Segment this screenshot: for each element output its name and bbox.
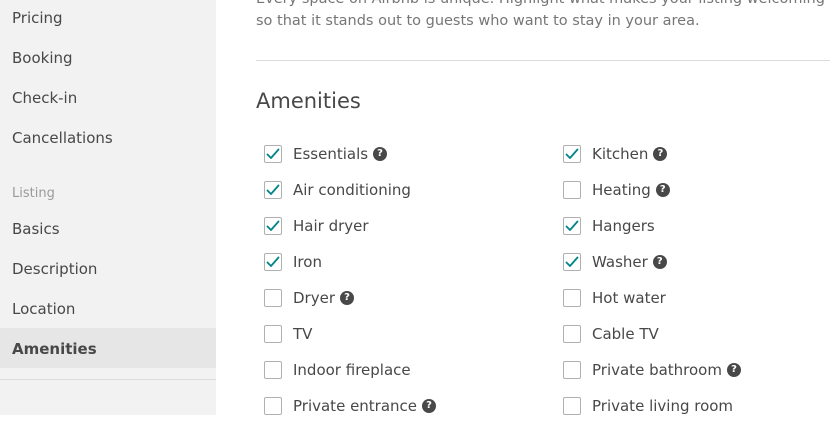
amenity-row-hangers[interactable]: Hangers?: [563, 208, 741, 244]
amenity-row-hot-water[interactable]: Hot water?: [563, 280, 741, 316]
amenity-row-kitchen[interactable]: Kitchen?: [563, 136, 741, 172]
amenity-checkbox-hangers[interactable]: [563, 217, 581, 235]
checkmark-icon: [565, 256, 579, 267]
help-icon[interactable]: ?: [726, 363, 741, 377]
amenity-row-air-conditioning[interactable]: Air conditioning?: [264, 172, 436, 208]
amenity-label: Private entrance: [293, 397, 418, 415]
checkmark-icon: [565, 220, 579, 231]
checkmark-icon: [266, 184, 280, 195]
sidebar: Pricing Booking Check-in Cancellations L…: [0, 0, 216, 415]
amenity-label: Hair dryer: [293, 217, 369, 235]
help-icon[interactable]: ?: [340, 291, 354, 305]
amenity-row-cable-tv[interactable]: Cable TV?: [563, 316, 741, 352]
sidebar-item-pricing[interactable]: Pricing: [12, 8, 63, 28]
sidebar-item-location[interactable]: Location: [12, 299, 75, 319]
amenity-label: Iron: [293, 253, 322, 271]
amenity-label: Cable TV: [592, 325, 659, 343]
help-icon[interactable]: ?: [655, 183, 670, 197]
sidebar-section-listing: Listing: [12, 186, 55, 201]
checkmark-icon: [266, 256, 280, 267]
sidebar-item-check-in[interactable]: Check-in: [12, 88, 77, 108]
amenities-column-right: Kitchen?Heating?Hangers?Washer?Hot water…: [563, 136, 741, 424]
amenity-checkbox-indoor-fireplace[interactable]: [264, 361, 282, 379]
amenity-label: Indoor fireplace: [293, 361, 411, 379]
amenity-label: Kitchen: [592, 145, 649, 163]
amenity-label: Essentials: [293, 145, 369, 163]
amenity-checkbox-private-bathroom[interactable]: [563, 361, 581, 379]
amenity-checkbox-cable-tv[interactable]: [563, 325, 581, 343]
sidebar-item-description[interactable]: Description: [12, 259, 97, 279]
amenity-checkbox-hot-water[interactable]: [563, 289, 581, 307]
amenity-checkbox-washer[interactable]: [563, 253, 581, 271]
amenity-row-iron[interactable]: Iron?: [264, 244, 436, 280]
amenity-checkbox-air-conditioning[interactable]: [264, 181, 282, 199]
help-icon[interactable]: ?: [653, 147, 668, 161]
amenity-row-tv[interactable]: TV?: [264, 316, 436, 352]
checkmark-icon: [565, 148, 579, 159]
sidebar-item-basics[interactable]: Basics: [12, 219, 60, 239]
amenity-label: Private living room: [592, 397, 734, 415]
amenity-label: Hot water: [592, 289, 666, 307]
help-icon[interactable]: ?: [422, 399, 437, 413]
amenity-row-essentials[interactable]: Essentials?: [264, 136, 436, 172]
amenity-checkbox-essentials[interactable]: [264, 145, 282, 163]
amenity-checkbox-private-entrance[interactable]: [264, 397, 282, 415]
amenity-row-private-living-room[interactable]: Private living room?: [563, 388, 741, 424]
sidebar-item-amenities[interactable]: Amenities: [12, 339, 97, 359]
section-divider: [256, 60, 830, 61]
amenity-label: Hangers: [592, 217, 655, 235]
checkmark-icon: [266, 148, 280, 159]
amenity-checkbox-kitchen[interactable]: [563, 145, 581, 163]
amenity-label: Washer: [592, 253, 648, 271]
amenity-label: TV: [293, 325, 313, 343]
amenity-checkbox-heating[interactable]: [563, 181, 581, 199]
amenity-checkbox-private-living-room[interactable]: [563, 397, 581, 415]
amenity-label: Heating: [592, 181, 651, 199]
sidebar-item-booking[interactable]: Booking: [12, 48, 73, 68]
amenity-label: Private bathroom: [592, 361, 722, 379]
help-icon[interactable]: ?: [373, 147, 388, 161]
main-content: Every space on Airbnb is unique. Highlig…: [256, 0, 839, 415]
amenity-checkbox-iron[interactable]: [264, 253, 282, 271]
help-icon[interactable]: ?: [652, 255, 667, 269]
amenity-row-indoor-fireplace[interactable]: Indoor fireplace?: [264, 352, 436, 388]
amenities-column-left: Essentials?Air conditioning?Hair dryer?I…: [264, 136, 437, 424]
amenity-label: Air conditioning: [293, 181, 411, 199]
amenity-row-hair-dryer[interactable]: Hair dryer?: [264, 208, 436, 244]
amenity-label: Dryer: [293, 289, 335, 307]
amenity-checkbox-hair-dryer[interactable]: [264, 217, 282, 235]
checkmark-icon: [266, 220, 280, 231]
amenity-row-heating[interactable]: Heating?: [563, 172, 741, 208]
amenity-row-private-bathroom[interactable]: Private bathroom?: [563, 352, 741, 388]
amenity-row-washer[interactable]: Washer?: [563, 244, 741, 280]
amenity-row-dryer[interactable]: Dryer?: [264, 280, 436, 316]
sidebar-item-cancellations[interactable]: Cancellations: [12, 128, 113, 148]
amenity-checkbox-tv[interactable]: [264, 325, 282, 343]
sidebar-divider: [0, 379, 216, 380]
intro-text: Every space on Airbnb is unique. Highlig…: [256, 0, 825, 29]
amenity-row-private-entrance[interactable]: Private entrance?: [264, 388, 437, 424]
page-title: Amenities: [256, 89, 361, 113]
amenity-checkbox-dryer[interactable]: [264, 289, 282, 307]
